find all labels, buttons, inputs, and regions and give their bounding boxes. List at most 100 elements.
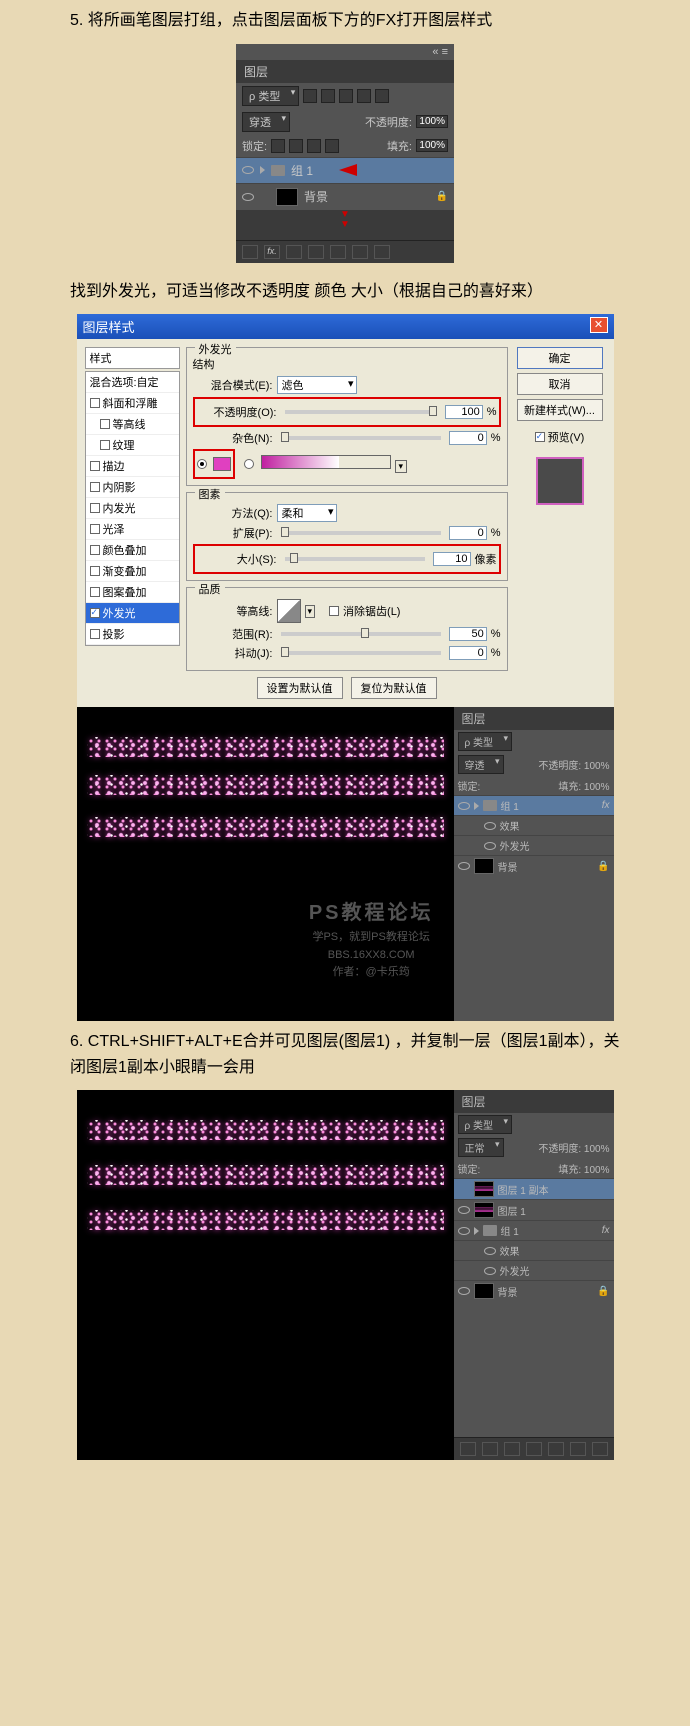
style-item-innershadow[interactable]: 内阴影 — [86, 477, 179, 498]
mask-icon[interactable] — [504, 1442, 520, 1456]
opacity-value[interactable]: 100 — [445, 405, 483, 419]
blend-mode-dropdown[interactable]: 正常 — [458, 1138, 504, 1157]
filter-type-dropdown[interactable]: ρ 类型 — [242, 86, 299, 106]
style-item-innerglow[interactable]: 内发光 — [86, 498, 179, 519]
fill-input[interactable]: 100% — [416, 139, 448, 152]
filter-type-icon[interactable] — [339, 89, 353, 103]
color-radio[interactable] — [197, 459, 207, 469]
new-layer-icon[interactable] — [352, 245, 368, 259]
visibility-icon[interactable] — [484, 842, 496, 850]
style-item-contour[interactable]: 等高线 — [86, 414, 179, 435]
opacity-slider[interactable] — [285, 410, 437, 414]
set-default-button[interactable]: 设置为默认值 — [257, 677, 343, 699]
filter-type-dropdown[interactable]: ρ 类型 — [458, 1115, 512, 1134]
range-slider[interactable] — [281, 632, 441, 636]
style-item-stroke[interactable]: 描边 — [86, 456, 179, 477]
layers-tab[interactable]: 图层 — [454, 707, 614, 730]
effect-outerglow[interactable]: 外发光 — [454, 1260, 614, 1280]
layer-background[interactable]: 背景🔒 — [454, 1280, 614, 1301]
blendmode-dropdown[interactable]: 滤色 — [277, 376, 357, 394]
color-swatch[interactable] — [213, 457, 231, 471]
gradient-menu-icon[interactable]: ▾ — [395, 460, 408, 473]
gradient-radio[interactable] — [244, 459, 254, 469]
adjustment-icon[interactable] — [526, 1442, 542, 1456]
layer-group1[interactable]: 组 1fx — [454, 1220, 614, 1240]
new-layer-icon[interactable] — [570, 1442, 586, 1456]
visibility-icon[interactable] — [484, 822, 496, 830]
lock-all-icon[interactable] — [325, 139, 339, 153]
visibility-icon[interactable] — [458, 862, 470, 870]
contour-menu-icon[interactable]: ▾ — [305, 605, 316, 618]
blend-mode-dropdown[interactable]: 穿透 — [242, 112, 290, 132]
style-item-outerglow[interactable]: 外发光 — [86, 603, 179, 624]
lock-trans-icon[interactable] — [271, 139, 285, 153]
visibility-icon[interactable] — [458, 1287, 470, 1295]
link-icon[interactable] — [460, 1442, 476, 1456]
size-value[interactable]: 10 — [433, 552, 471, 566]
visibility-icon[interactable] — [458, 802, 470, 810]
layer-group1[interactable]: 组 1fx — [454, 795, 614, 815]
effect-outerglow[interactable]: 外发光 — [454, 835, 614, 855]
ok-button[interactable]: 确定 — [517, 347, 603, 369]
style-item-dropshadow[interactable]: 投影 — [86, 624, 179, 645]
reset-default-button[interactable]: 复位为默认值 — [351, 677, 437, 699]
noise-slider[interactable] — [281, 436, 441, 440]
jitter-value[interactable]: 0 — [449, 646, 487, 660]
gradient-picker[interactable] — [261, 455, 391, 469]
layers-tab[interactable]: 图层 — [454, 1090, 614, 1113]
effects-row[interactable]: 效果 — [454, 815, 614, 835]
filter-type-dropdown[interactable]: ρ 类型 — [458, 732, 512, 751]
expand-icon[interactable] — [260, 166, 265, 174]
style-item-texture[interactable]: 纹理 — [86, 435, 179, 456]
lock-position-icon[interactable] — [307, 139, 321, 153]
fx-badge[interactable]: fx — [602, 800, 610, 811]
preview-checkbox[interactable] — [535, 432, 545, 442]
size-slider[interactable] — [285, 557, 425, 561]
contour-picker[interactable] — [277, 599, 301, 623]
adjustment-icon[interactable] — [308, 245, 324, 259]
blend-options-item[interactable]: 混合选项:自定 — [86, 372, 179, 393]
link-icon[interactable] — [242, 245, 258, 259]
style-item-bevel[interactable]: 斜面和浮雕 — [86, 393, 179, 414]
visibility-icon[interactable] — [242, 193, 254, 201]
panel-menu-icon[interactable]: « ≡ — [432, 46, 448, 58]
noise-value[interactable]: 0 — [449, 431, 487, 445]
close-button[interactable]: ✕ — [590, 317, 608, 333]
filter-adjust-icon[interactable] — [321, 89, 335, 103]
expand-icon[interactable] — [474, 1227, 479, 1235]
trash-icon[interactable] — [592, 1442, 608, 1456]
layer-background[interactable]: 背景 🔒 — [236, 183, 454, 210]
folder-new-icon[interactable] — [330, 245, 346, 259]
mask-icon[interactable] — [286, 245, 302, 259]
fx-badge[interactable]: fx — [602, 1225, 610, 1236]
filter-shape-icon[interactable] — [357, 89, 371, 103]
jitter-slider[interactable] — [281, 651, 441, 655]
opacity-input[interactable]: 100% — [416, 115, 448, 128]
style-item-gradientoverlay[interactable]: 渐变叠加 — [86, 561, 179, 582]
folder-new-icon[interactable] — [548, 1442, 564, 1456]
technique-dropdown[interactable]: 柔和 — [277, 504, 337, 522]
effects-row[interactable]: 效果 — [454, 1240, 614, 1260]
visibility-icon[interactable] — [458, 1227, 470, 1235]
layer-group1[interactable]: 组 1 — [236, 157, 454, 183]
visibility-icon[interactable] — [458, 1206, 470, 1214]
fx-button[interactable] — [482, 1442, 498, 1456]
spread-value[interactable]: 0 — [449, 526, 487, 540]
cancel-button[interactable]: 取消 — [517, 373, 603, 395]
layer-layer1copy[interactable]: 图层 1 副本 — [454, 1178, 614, 1199]
antialias-checkbox[interactable] — [329, 606, 339, 616]
fx-button[interactable]: fx. — [264, 245, 280, 259]
blend-mode-dropdown[interactable]: 穿透 — [458, 755, 504, 774]
layer-layer1[interactable]: 图层 1 — [454, 1199, 614, 1220]
trash-icon[interactable] — [374, 245, 390, 259]
layer-background[interactable]: 背景🔒 — [454, 855, 614, 876]
dialog-titlebar[interactable]: 图层样式 ✕ — [77, 314, 614, 339]
new-style-button[interactable]: 新建样式(W)... — [517, 399, 603, 421]
style-item-satin[interactable]: 光泽 — [86, 519, 179, 540]
style-item-coloroverlay[interactable]: 颜色叠加 — [86, 540, 179, 561]
spread-slider[interactable] — [281, 531, 441, 535]
filter-pixel-icon[interactable] — [303, 89, 317, 103]
lock-pixels-icon[interactable] — [289, 139, 303, 153]
filter-smart-icon[interactable] — [375, 89, 389, 103]
visibility-icon[interactable] — [484, 1247, 496, 1255]
